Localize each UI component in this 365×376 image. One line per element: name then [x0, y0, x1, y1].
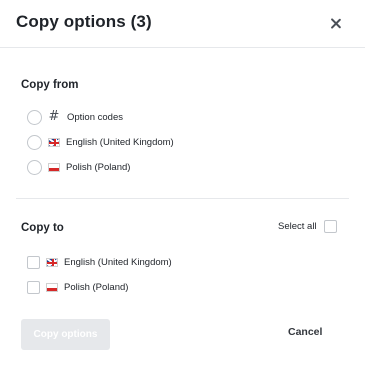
section-divider: [16, 198, 349, 199]
radio-option-codes[interactable]: [27, 109, 42, 125]
copy-options-button[interactable]: Copy options: [21, 319, 110, 350]
close-icon[interactable]: [326, 14, 346, 34]
uk-flag-icon: [48, 137, 60, 147]
hash-icon: #: [48, 109, 60, 124]
cancel-button[interactable]: Cancel: [288, 326, 322, 338]
copy-options-dialog: Copy options (3) Copy from # Option code…: [0, 0, 365, 376]
copy-to-polish[interactable]: Polish (Poland): [27, 278, 128, 296]
radio-english-uk[interactable]: [27, 134, 42, 150]
option-label: Polish (Poland): [64, 281, 129, 293]
copy-to-title: Copy to: [21, 222, 64, 234]
copy-from-polish[interactable]: Polish (Poland): [27, 158, 130, 176]
option-label: Option codes: [67, 111, 123, 123]
poland-flag-icon: [48, 162, 60, 172]
uk-flag-icon: [46, 257, 58, 267]
option-label: English (United Kingdom): [64, 256, 172, 268]
checkbox-english-uk[interactable]: [27, 255, 40, 269]
copy-from-option-codes[interactable]: # Option codes: [27, 108, 123, 126]
option-label: English (United Kingdom): [66, 136, 174, 148]
dialog-header: Copy options (3): [0, 0, 365, 48]
option-label: Polish (Poland): [66, 161, 131, 173]
copy-from-english-uk[interactable]: English (United Kingdom): [27, 133, 174, 151]
poland-flag-icon: [46, 282, 58, 292]
copy-to-english-uk[interactable]: English (United Kingdom): [27, 253, 172, 271]
select-all-control[interactable]: Select all: [278, 220, 337, 233]
radio-polish[interactable]: [27, 159, 42, 175]
checkbox-polish[interactable]: [27, 280, 40, 294]
select-all-checkbox[interactable]: [323, 220, 337, 233]
copy-from-title: Copy from: [21, 79, 79, 91]
select-all-label: Select all: [278, 221, 317, 232]
dialog-title: Copy options (3): [16, 12, 152, 31]
